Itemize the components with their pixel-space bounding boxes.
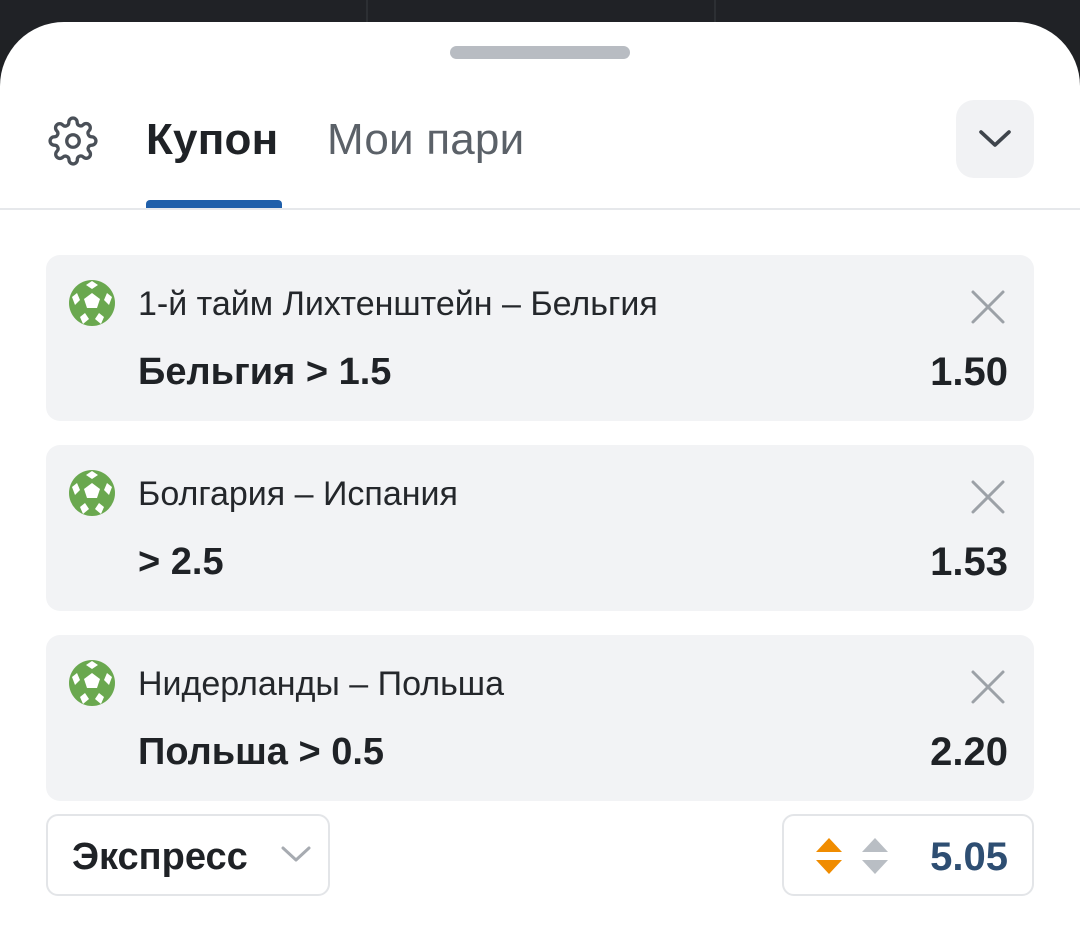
- bet-odds: 1.50: [930, 350, 1008, 394]
- drag-handle[interactable]: [450, 46, 630, 59]
- bet-type-label: Экспресс: [72, 836, 248, 878]
- chevron-down-icon: [281, 846, 311, 862]
- bet-card: Нидерланды – Польша Польша > 0.5 2.20: [46, 635, 1034, 801]
- close-icon[interactable]: [970, 289, 1006, 325]
- total-odds-value: 5.05: [930, 835, 1008, 879]
- tab-coupon[interactable]: Купон: [146, 114, 278, 166]
- total-odds-box: 5.05: [782, 814, 1034, 896]
- bet-outcome: > 2.5: [138, 541, 224, 583]
- bet-event-name: 1-й тайм Лихтенштейн – Бельгия: [138, 285, 658, 323]
- bet-card: 1-й тайм Лихтенштейн – Бельгия Бельгия >…: [46, 255, 1034, 421]
- background-divider: [714, 0, 716, 22]
- bet-card: Болгария – Испания > 2.5 1.53: [46, 445, 1034, 611]
- football-icon: [69, 470, 115, 516]
- bet-odds: 1.53: [930, 540, 1008, 584]
- collapse-button[interactable]: [956, 100, 1034, 178]
- arrows-up-down-icon: [816, 838, 842, 874]
- arrows-up-down-icon: [862, 838, 888, 874]
- header-divider: [0, 208, 1080, 210]
- background-divider: [366, 0, 368, 22]
- bet-event-name: Нидерланды – Польша: [138, 665, 504, 703]
- bet-outcome: Польша > 0.5: [138, 731, 385, 773]
- bet-outcome: Бельгия > 1.5: [138, 351, 392, 393]
- football-icon: [69, 660, 115, 706]
- close-icon[interactable]: [970, 479, 1006, 515]
- bet-event-name: Болгария – Испания: [138, 475, 458, 513]
- close-icon[interactable]: [970, 669, 1006, 705]
- chevron-down-icon: [979, 130, 1011, 147]
- bet-odds: 2.20: [930, 730, 1008, 774]
- gear-icon[interactable]: [48, 116, 98, 166]
- bet-type-select[interactable]: Экспресс: [46, 814, 330, 896]
- football-icon: [69, 280, 115, 326]
- tab-my-bets[interactable]: Мои пари: [327, 114, 524, 166]
